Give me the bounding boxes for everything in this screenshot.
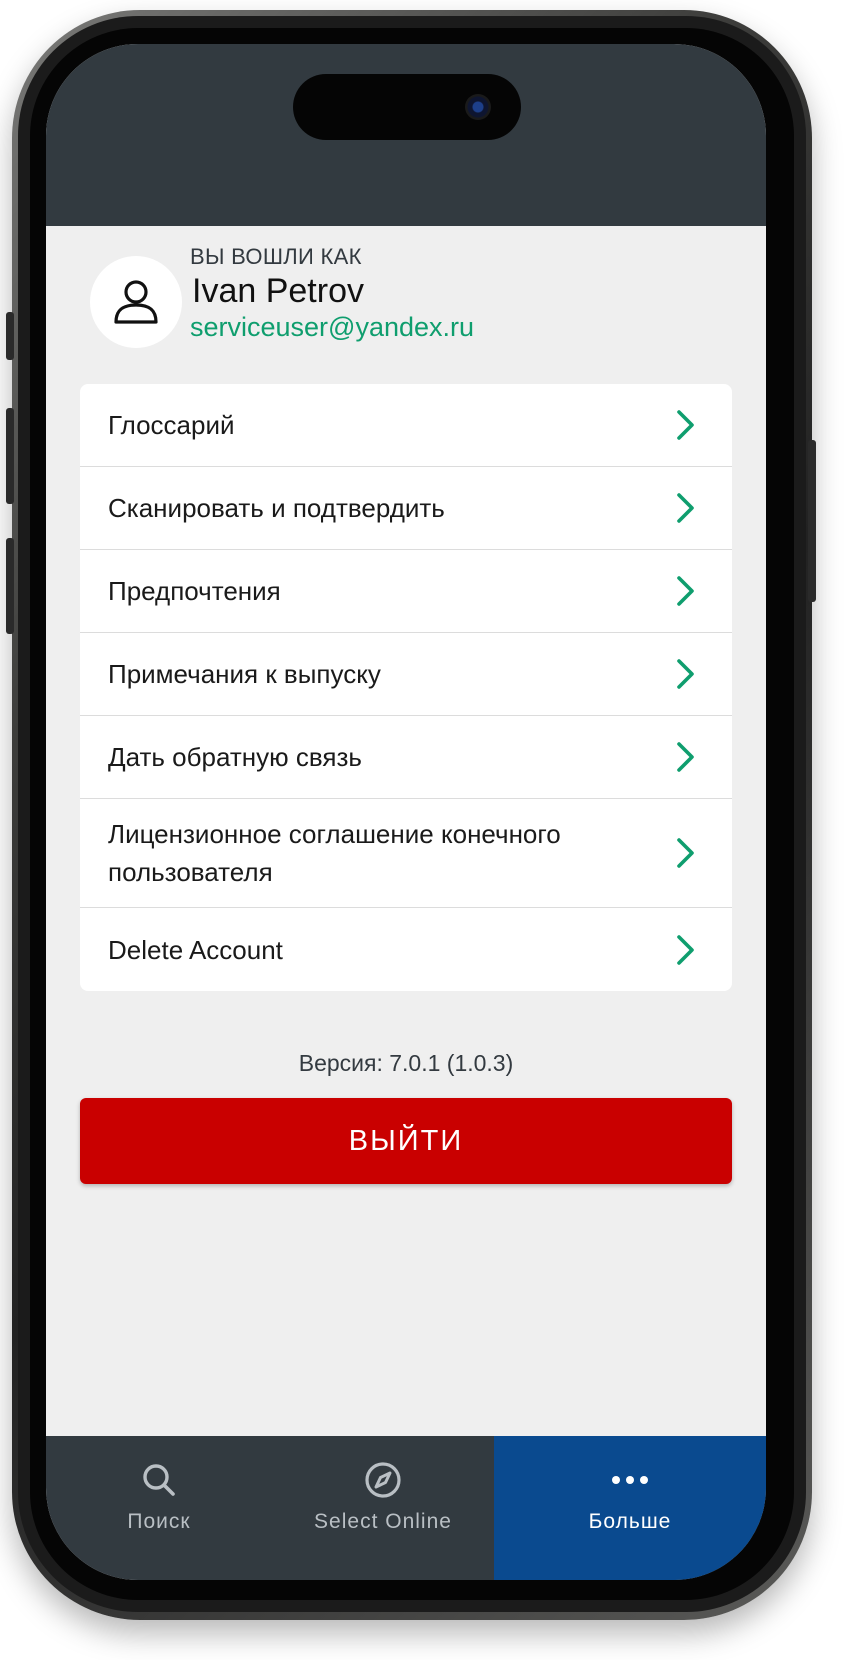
account-header: ВЫ ВОШЛИ КАК Ivan Petrov serviceuser@yan… [46, 226, 766, 376]
more-icon [612, 1476, 648, 1484]
bottom-tab-bar: Поиск Select Online Больше [46, 1436, 766, 1580]
tab-label: Select Online [314, 1510, 452, 1533]
chevron-right-icon [677, 576, 694, 606]
power-button [808, 440, 816, 602]
menu-item-label: Предпочтения [108, 576, 281, 606]
device-mockup: ВЫ ВОШЛИ КАК Ivan Petrov serviceuser@yan… [0, 0, 844, 1660]
chevron-right-icon [677, 493, 694, 523]
menu-item-feedback[interactable]: Дать обратную связь [80, 716, 732, 799]
chevron-right-icon [677, 838, 694, 868]
app-version: Версия: 7.0.1 (1.0.3) [298, 1050, 514, 1076]
chevron-right-icon [677, 742, 694, 772]
settings-menu: Глоссарий Сканировать и подтвердить Пред… [80, 384, 732, 991]
menu-item-label: Дать обратную связь [108, 742, 362, 772]
avatar [90, 256, 182, 348]
tab-more[interactable]: Больше [494, 1436, 766, 1580]
signed-in-as-label: ВЫ ВОШЛИ КАК [190, 244, 362, 269]
chevron-right-icon [677, 410, 694, 440]
user-email: serviceuser@yandex.ru [190, 312, 475, 342]
app-screen: ВЫ ВОШЛИ КАК Ivan Petrov serviceuser@yan… [46, 44, 766, 1580]
compass-icon [365, 1462, 401, 1498]
tab-search[interactable]: Поиск [46, 1436, 272, 1580]
chevron-right-icon [677, 934, 694, 965]
menu-item-label: Сканировать и подтвердить [108, 493, 445, 523]
logout-button[interactable]: ВЫЙТИ [80, 1098, 732, 1184]
chevron-right-icon [677, 659, 694, 689]
menu-item-scan-verify[interactable]: Сканировать и подтвердить [80, 467, 732, 550]
volume-up-button [6, 408, 14, 504]
user-icon [114, 280, 158, 324]
menu-item-label: Лицензионное соглашение конечного пользо… [108, 819, 561, 887]
menu-item-label: Delete Account [108, 934, 283, 965]
menu-item-label: Примечания к выпуску [108, 659, 381, 689]
camera-lens [465, 94, 491, 120]
search-icon [143, 1464, 175, 1496]
user-name: Ivan Petrov [192, 272, 364, 310]
menu-item-eula[interactable]: Лицензионное соглашение конечного пользо… [80, 799, 732, 908]
menu-item-label: Глоссарий [108, 410, 235, 440]
menu-item-preferences[interactable]: Предпочтения [80, 550, 732, 633]
tab-select-online[interactable]: Select Online [272, 1436, 494, 1580]
status-bar [46, 44, 766, 226]
menu-item-release-notes[interactable]: Примечания к выпуску [80, 633, 732, 716]
tab-label: Поиск [127, 1510, 191, 1533]
tab-label: Больше [588, 1510, 672, 1533]
menu-item-glossary[interactable]: Глоссарий [80, 384, 732, 467]
menu-item-delete-account[interactable]: Delete Account [80, 908, 732, 991]
action-button [6, 312, 14, 360]
dynamic-island [293, 74, 521, 140]
volume-down-button [6, 538, 14, 634]
